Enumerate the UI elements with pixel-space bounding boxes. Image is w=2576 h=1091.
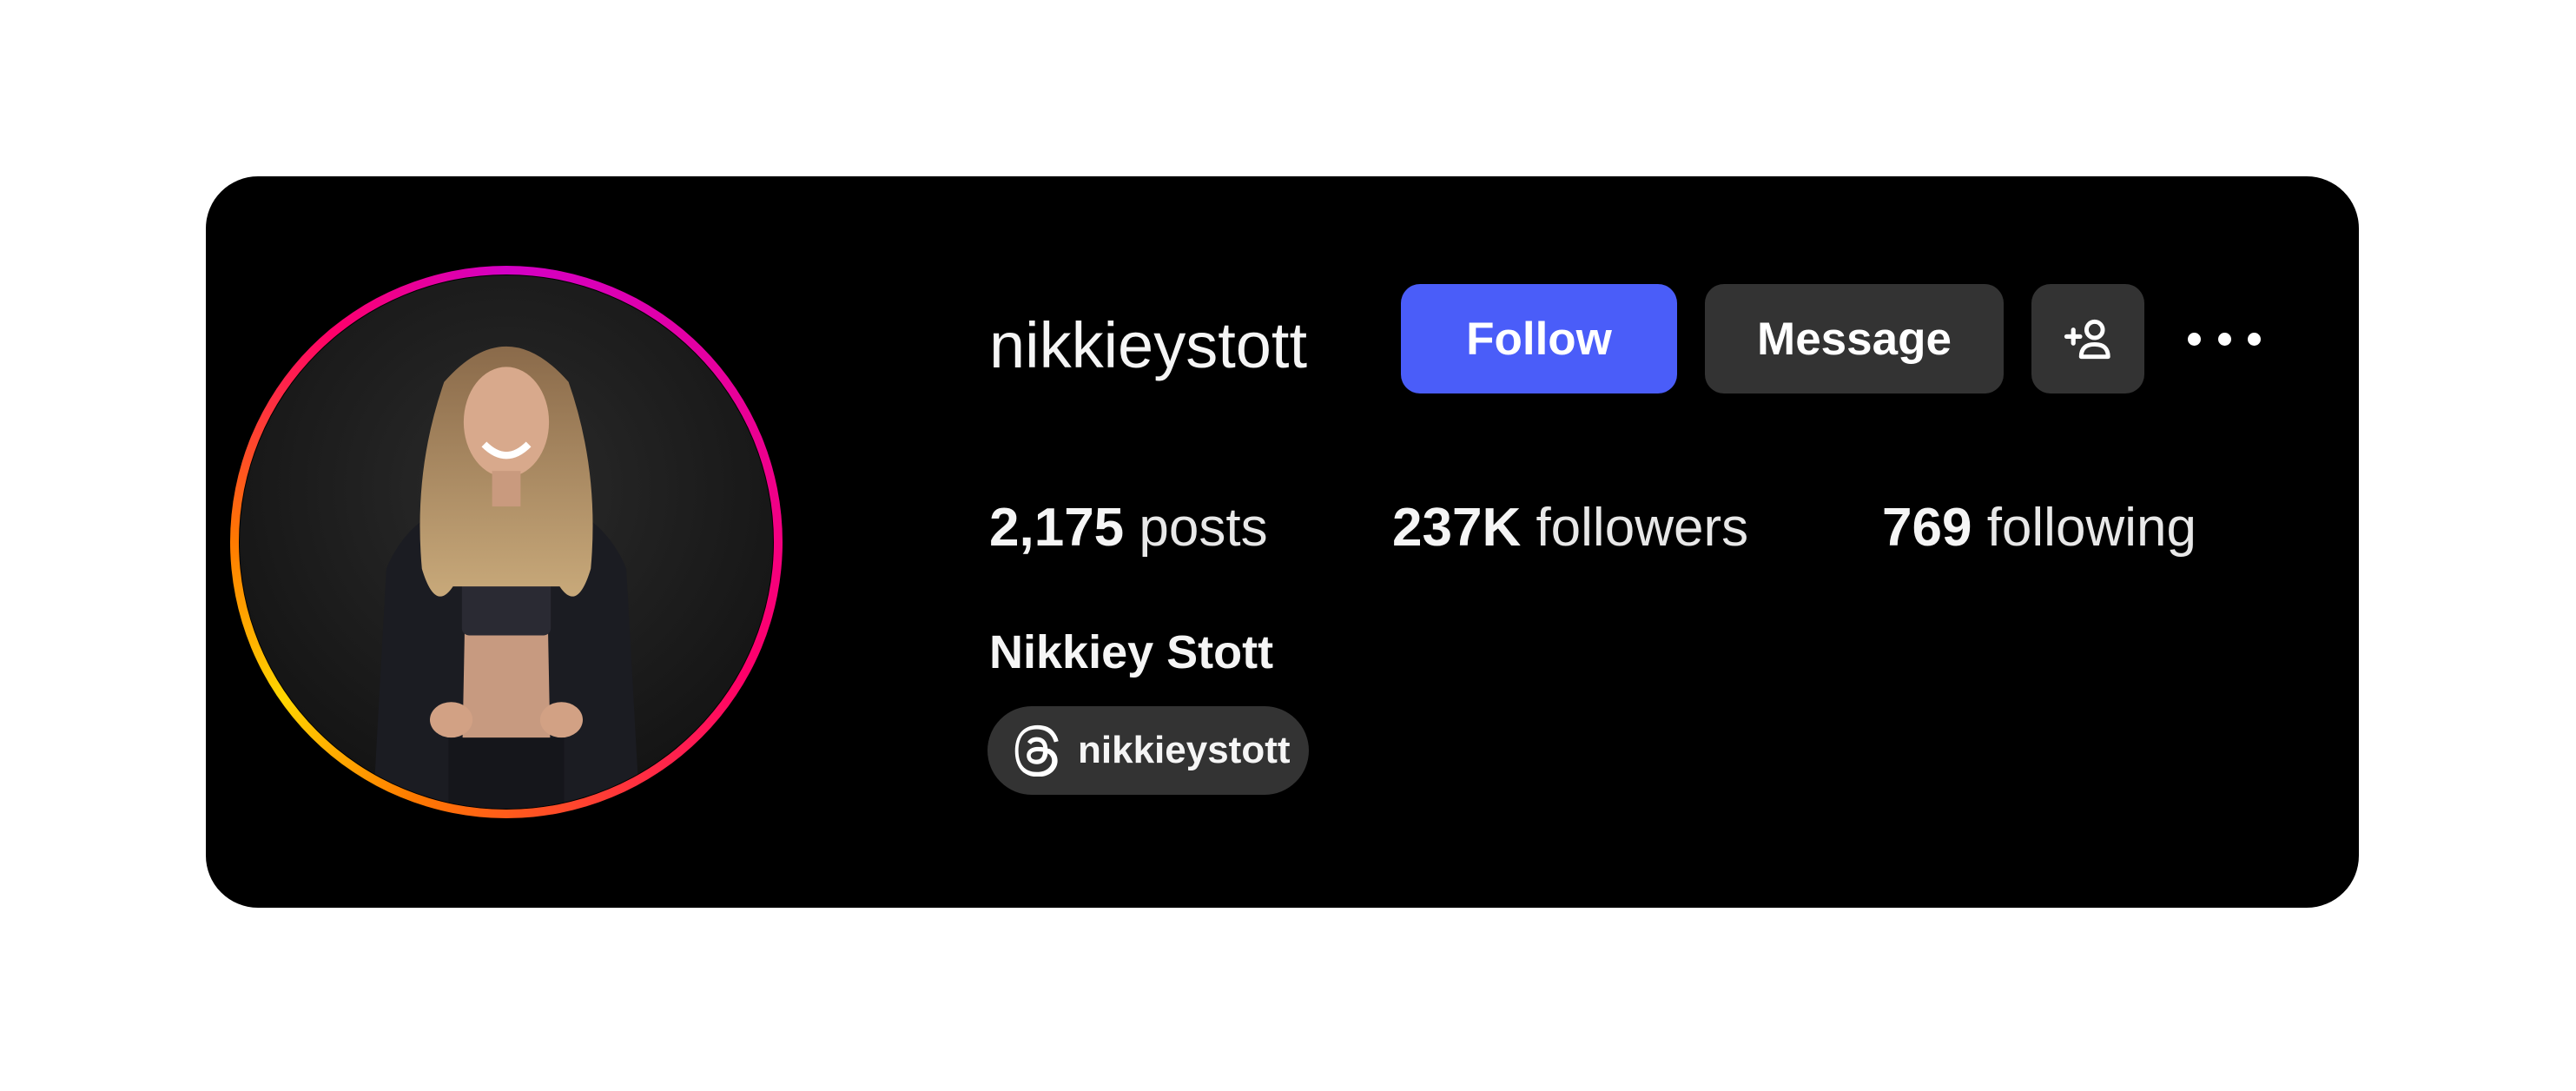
- profile-header-card: nikkieystott Follow Message 2,175 posts …: [206, 176, 2359, 908]
- threads-icon: [1014, 724, 1059, 777]
- more-options-button[interactable]: [2188, 324, 2261, 354]
- threads-handle: nikkieystott: [1078, 729, 1291, 771]
- followers-link[interactable]: 237K followers: [1392, 489, 1748, 567]
- username: nikkieystott: [989, 309, 1308, 381]
- more-options-icon: [2188, 332, 2201, 346]
- message-button[interactable]: Message: [1705, 284, 2004, 393]
- threads-link[interactable]: nikkieystott: [987, 706, 1309, 795]
- add-user-icon: [2064, 319, 2110, 360]
- full-name: Nikkiey Stott: [989, 626, 1274, 678]
- posts-count: 2,175 posts: [989, 498, 1268, 558]
- following-link[interactable]: 769 following: [1882, 489, 2196, 567]
- story-ring[interactable]: [230, 266, 783, 818]
- avatar[interactable]: [240, 275, 773, 809]
- follow-button[interactable]: Follow: [1401, 284, 1677, 393]
- add-user-button[interactable]: [2031, 284, 2144, 393]
- profile-photo: [373, 346, 640, 809]
